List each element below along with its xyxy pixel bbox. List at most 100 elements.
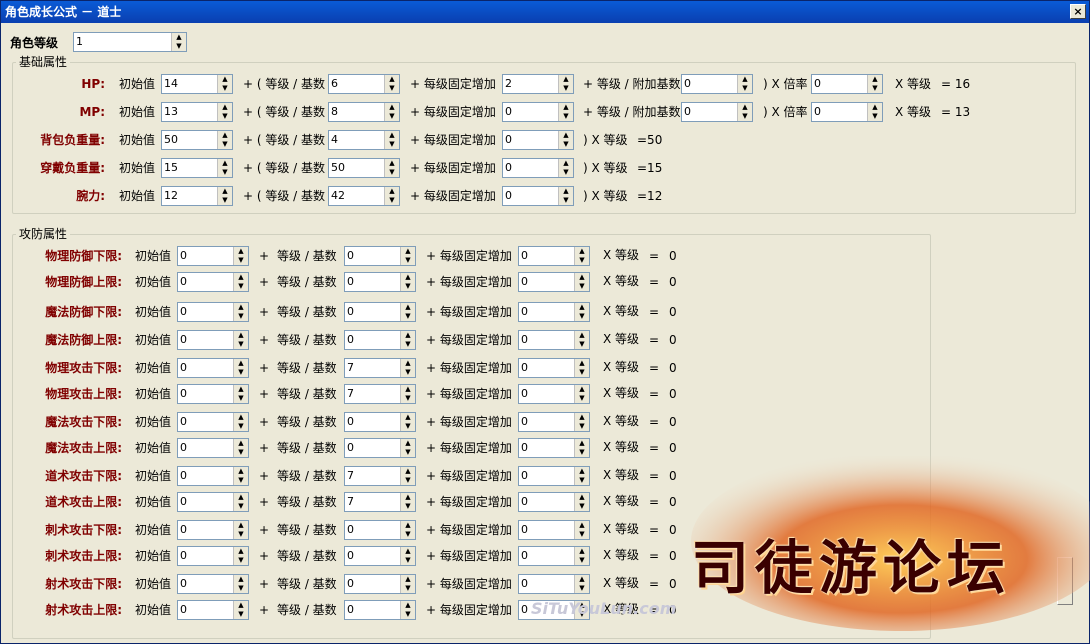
fixed-input[interactable]: 0 ▲ ▼ [518,358,590,378]
spin-arrows[interactable]: ▲ ▼ [558,103,573,121]
down-arrow-icon[interactable]: ▼ [401,502,415,511]
spin-arrows[interactable]: ▲ ▼ [574,359,589,377]
base-input[interactable]: 0 ▲ ▼ [344,246,416,266]
spin-arrows[interactable]: ▲ ▼ [400,575,415,593]
up-arrow-icon[interactable]: ▲ [234,331,248,340]
spin-arrows[interactable]: ▲ ▼ [574,547,589,565]
down-arrow-icon[interactable]: ▼ [234,422,248,431]
up-arrow-icon[interactable]: ▲ [575,547,589,556]
up-arrow-icon[interactable]: ▲ [575,385,589,394]
base-input[interactable]: 7 ▲ ▼ [344,492,416,512]
spin-arrows[interactable]: ▲ ▼ [233,247,248,265]
down-arrow-icon[interactable]: ▼ [385,140,399,149]
down-arrow-icon[interactable]: ▼ [401,476,415,485]
up-arrow-icon[interactable]: ▲ [401,273,415,282]
up-arrow-icon[interactable]: ▲ [385,159,399,168]
spin-arrows[interactable]: ▲ ▼ [400,547,415,565]
fixed-input[interactable]: 0 ▲ ▼ [502,186,574,206]
spin-arrows[interactable]: ▲ ▼ [400,273,415,291]
up-arrow-icon[interactable]: ▲ [234,493,248,502]
base-input[interactable]: 0 ▲ ▼ [344,412,416,432]
down-arrow-icon[interactable]: ▼ [218,112,232,121]
down-arrow-icon[interactable]: ▼ [401,282,415,291]
down-arrow-icon[interactable]: ▼ [575,282,589,291]
down-arrow-icon[interactable]: ▼ [575,312,589,321]
up-arrow-icon[interactable]: ▲ [234,439,248,448]
up-arrow-icon[interactable]: ▲ [401,493,415,502]
base-input[interactable]: 0 ▲ ▼ [344,272,416,292]
down-arrow-icon[interactable]: ▼ [385,112,399,121]
spin-arrows[interactable]: ▲ ▼ [574,273,589,291]
up-arrow-icon[interactable]: ▲ [234,467,248,476]
up-arrow-icon[interactable]: ▲ [575,273,589,282]
base-input[interactable]: 50 ▲ ▼ [328,158,400,178]
up-arrow-icon[interactable]: ▲ [401,385,415,394]
spin-arrows[interactable]: ▲ ▼ [233,493,248,511]
spin-arrows[interactable]: ▲ ▼ [384,103,399,121]
base-input[interactable]: 7 ▲ ▼ [344,358,416,378]
up-arrow-icon[interactable]: ▲ [218,159,232,168]
spin-arrows[interactable]: ▲ ▼ [558,159,573,177]
init-input[interactable]: 0 ▲ ▼ [177,492,249,512]
spin-arrows[interactable]: ▲ ▼ [217,159,232,177]
up-arrow-icon[interactable]: ▲ [234,521,248,530]
up-arrow-icon[interactable]: ▲ [401,521,415,530]
up-arrow-icon[interactable]: ▲ [234,413,248,422]
fixed-input[interactable]: 0 ▲ ▼ [502,102,574,122]
down-arrow-icon[interactable]: ▼ [234,530,248,539]
up-arrow-icon[interactable]: ▲ [234,359,248,368]
spin-arrows[interactable]: ▲ ▼ [400,247,415,265]
down-arrow-icon[interactable]: ▼ [218,196,232,205]
base-input[interactable]: 7 ▲ ▼ [344,384,416,404]
extra-input[interactable]: 0 ▲ ▼ [681,102,753,122]
down-arrow-icon[interactable]: ▼ [575,448,589,457]
fixed-input[interactable]: 0 ▲ ▼ [518,384,590,404]
down-arrow-icon[interactable]: ▼ [401,584,415,593]
spin-arrows[interactable]: ▲ ▼ [217,187,232,205]
spin-arrows[interactable]: ▲ ▼ [384,159,399,177]
up-arrow-icon[interactable]: ▲ [234,547,248,556]
fixed-input[interactable]: 0 ▲ ▼ [518,520,590,540]
spin-arrows[interactable]: ▲ ▼ [217,75,232,93]
base-input[interactable]: 4 ▲ ▼ [328,130,400,150]
up-arrow-icon[interactable]: ▲ [401,331,415,340]
spin-arrows[interactable]: ▲ ▼ [558,75,573,93]
down-arrow-icon[interactable]: ▼ [575,368,589,377]
down-arrow-icon[interactable]: ▼ [738,84,752,93]
spin-arrows[interactable]: ▲ ▼ [574,521,589,539]
base-input[interactable]: 8 ▲ ▼ [328,102,400,122]
down-arrow-icon[interactable]: ▼ [401,530,415,539]
fixed-input[interactable]: 0 ▲ ▼ [502,158,574,178]
down-arrow-icon[interactable]: ▼ [401,556,415,565]
fixed-input[interactable]: 0 ▲ ▼ [518,466,590,486]
spin-arrows[interactable]: ▲ ▼ [217,131,232,149]
down-arrow-icon[interactable]: ▼ [385,168,399,177]
up-arrow-icon[interactable]: ▲ [575,575,589,584]
spin-arrows[interactable]: ▲ ▼ [233,439,248,457]
spin-arrows[interactable]: ▲ ▼ [400,331,415,349]
up-arrow-icon[interactable]: ▲ [868,103,882,112]
spin-arrows[interactable]: ▲ ▼ [233,547,248,565]
init-input[interactable]: 0 ▲ ▼ [177,330,249,350]
spin-arrows[interactable]: ▲ ▼ [384,75,399,93]
base-input[interactable]: 7 ▲ ▼ [344,466,416,486]
spin-arrows[interactable]: ▲ ▼ [574,439,589,457]
up-arrow-icon[interactable]: ▲ [575,331,589,340]
spin-arrows[interactable]: ▲ ▼ [574,331,589,349]
down-arrow-icon[interactable]: ▼ [234,368,248,377]
up-arrow-icon[interactable]: ▲ [234,575,248,584]
spin-arrows[interactable]: ▲ ▼ [233,385,248,403]
rate-input[interactable]: 0 ▲ ▼ [811,102,883,122]
spin-arrows[interactable]: ▲ ▼ [233,413,248,431]
spin-arrows[interactable]: ▲ ▼ [233,575,248,593]
down-arrow-icon[interactable]: ▼ [559,196,573,205]
up-arrow-icon[interactable]: ▲ [575,439,589,448]
init-input[interactable]: 50 ▲ ▼ [161,130,233,150]
up-arrow-icon[interactable]: ▲ [575,413,589,422]
spin-arrows[interactable]: ▲ ▼ [400,385,415,403]
up-arrow-icon[interactable]: ▲ [559,159,573,168]
spin-arrows[interactable]: ▲ ▼ [558,131,573,149]
down-arrow-icon[interactable]: ▼ [575,476,589,485]
down-arrow-icon[interactable]: ▼ [172,42,186,51]
spin-arrows[interactable]: ▲ ▼ [574,247,589,265]
